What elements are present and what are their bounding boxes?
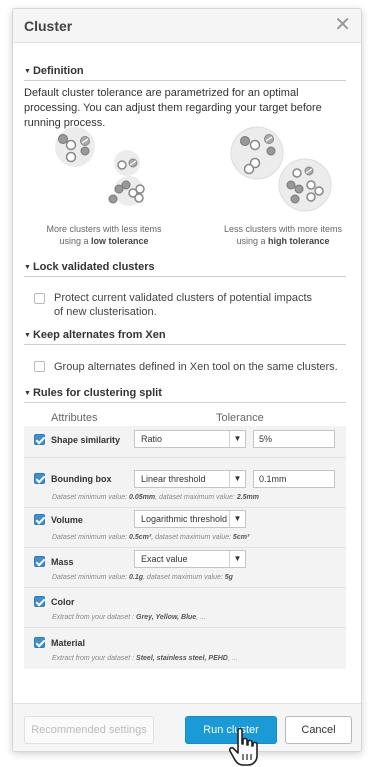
high-tolerance-caption-bold: high tolerance xyxy=(268,236,330,246)
alternates-option[interactable]: Group alternates defined in Xen tool on … xyxy=(34,360,338,374)
col-tolerance: Tolerance xyxy=(216,412,264,424)
section-alternates[interactable]: ▼ Keep alternates from Xen xyxy=(24,329,346,345)
section-alternates-title: Keep alternates from Xen xyxy=(32,329,166,341)
color-note-prefix: Extract from your dataset : xyxy=(52,614,137,621)
section-lock[interactable]: ▼ Lock validated clusters xyxy=(24,261,346,277)
low-tolerance-illustration xyxy=(55,127,145,206)
bounding-box-checkbox[interactable] xyxy=(34,473,45,484)
caret-down-icon: ▼ xyxy=(24,264,31,271)
rule-divider xyxy=(24,587,346,588)
material-note-values: Steel, stainless steel, PEHD xyxy=(136,655,228,662)
bounding-box-label: Bounding box xyxy=(51,474,112,484)
material-checkbox[interactable] xyxy=(34,637,45,648)
cluster-dialog: Cluster ✕ ▼ Definition Default cluster to… xyxy=(12,8,362,752)
color-note: Extract from your dataset : Grey, Yellow… xyxy=(52,614,206,621)
low-tolerance-caption-line1: More clusters with less items xyxy=(46,224,162,234)
volume-select[interactable]: Logarithmic threshold ▼ xyxy=(134,510,246,528)
low-tolerance-caption: More clusters with less items using a lo… xyxy=(24,223,184,247)
col-attributes: Attributes xyxy=(51,412,98,424)
shape-similarity-select-value: Ratio xyxy=(141,434,163,444)
shape-similarity-input[interactable]: 5% xyxy=(253,430,335,448)
bounding-box-note-min: 0.05mm xyxy=(129,494,156,501)
rule-divider xyxy=(24,507,346,508)
rules-table: Shape similarity Ratio ▼ 5% Bounding box… xyxy=(24,426,346,669)
material-note-prefix: Extract from your dataset : xyxy=(52,655,137,662)
triangle-down-icon: ▼ xyxy=(229,551,245,567)
high-tolerance-caption-prefix: using a xyxy=(236,236,268,246)
recommended-settings-button[interactable]: Recommended settings xyxy=(24,716,154,744)
alternates-checkbox[interactable] xyxy=(34,361,45,372)
rule-divider xyxy=(24,627,346,628)
section-definition-title: Definition xyxy=(32,65,84,77)
volume-note-max: 5cm³ xyxy=(232,534,250,541)
low-tolerance-caption-prefix: using a xyxy=(59,236,91,246)
title-bar: Cluster ✕ xyxy=(13,9,361,43)
section-lock-title: Lock validated clusters xyxy=(32,261,155,273)
section-rules[interactable]: ▼ Rules for clustering split xyxy=(24,387,346,403)
mass-note-min: 0.1g xyxy=(129,574,144,581)
close-icon[interactable]: ✕ xyxy=(334,15,351,35)
bounding-box-note-max: 2.5mm xyxy=(236,494,259,501)
volume-label: Volume xyxy=(51,515,83,525)
material-note-suffix: , ... xyxy=(227,655,238,662)
lock-checkbox[interactable] xyxy=(34,293,45,304)
alternates-label: Group alternates defined in Xen tool on … xyxy=(54,361,338,373)
triangle-down-icon: ▼ xyxy=(229,471,245,487)
rule-divider xyxy=(24,457,346,458)
volume-checkbox[interactable] xyxy=(34,514,45,525)
caret-down-icon: ▼ xyxy=(24,68,31,75)
mass-select-value: Exact value xyxy=(141,554,188,564)
hand-pointer-icon xyxy=(228,727,258,766)
high-tolerance-illustration xyxy=(230,126,332,212)
lock-label-line1: Protect current validated clusters of po… xyxy=(54,292,313,304)
shape-similarity-label: Shape similarity xyxy=(51,435,121,445)
color-checkbox[interactable] xyxy=(34,596,45,607)
color-label: Color xyxy=(51,597,75,607)
rule-divider xyxy=(24,547,346,548)
mass-note: Dataset minimum value: 0.1g, dataset max… xyxy=(52,574,233,581)
triangle-down-icon: ▼ xyxy=(229,431,245,447)
low-tolerance-caption-bold: low tolerance xyxy=(91,236,149,246)
bounding-box-select[interactable]: Linear threshold ▼ xyxy=(134,470,246,488)
cancel-button[interactable]: Cancel xyxy=(285,716,352,744)
bounding-box-note-prefix: Dataset minimum value: xyxy=(52,494,130,501)
bounding-box-select-value: Linear threshold xyxy=(141,474,206,484)
shape-similarity-checkbox[interactable] xyxy=(34,434,45,445)
high-tolerance-caption-line1: Less clusters with more items xyxy=(223,224,343,234)
mass-label: Mass xyxy=(51,557,74,567)
color-note-suffix: , ... xyxy=(196,614,206,621)
color-note-values: Grey, Yellow, Blue xyxy=(136,614,197,621)
volume-note: Dataset minimum value: 0.5cm³, dataset m… xyxy=(52,534,249,541)
mass-select[interactable]: Exact value ▼ xyxy=(134,550,246,568)
bounding-box-input[interactable]: 0.1mm xyxy=(253,470,335,488)
volume-select-value: Logarithmic threshold xyxy=(141,514,228,524)
caret-down-icon: ▼ xyxy=(24,332,31,339)
section-definition[interactable]: ▼ Definition xyxy=(24,65,346,81)
lock-label-line2: of new clusterisation. xyxy=(54,306,157,318)
material-note: Extract from your dataset : Steel, stain… xyxy=(52,655,238,662)
dialog-footer: Recommended settings Run cluster Cancel xyxy=(13,703,361,751)
caret-down-icon: ▼ xyxy=(24,390,31,397)
volume-note-prefix: Dataset minimum value: xyxy=(52,534,130,541)
dialog-title: Cluster xyxy=(24,18,73,34)
lock-label: Protect current validated clusters of po… xyxy=(54,291,312,319)
mass-checkbox[interactable] xyxy=(34,556,45,567)
bounding-box-note-mid: , dataset maximum value: xyxy=(155,494,237,501)
dialog-body: ▼ Definition Default cluster tolerance ar… xyxy=(13,43,361,703)
mass-note-prefix: Dataset minimum value: xyxy=(52,574,130,581)
volume-note-min: 0.5cm³ xyxy=(129,534,152,541)
mass-note-max: 5g xyxy=(224,574,233,581)
high-tolerance-caption: Less clusters with more items using a hi… xyxy=(203,223,361,247)
bounding-box-note: Dataset minimum value: 0.05mm, dataset m… xyxy=(52,494,259,501)
volume-note-mid: , dataset maximum value: xyxy=(151,534,233,541)
mass-note-mid: , dataset maximum value: xyxy=(143,574,225,581)
shape-similarity-select[interactable]: Ratio ▼ xyxy=(134,430,246,448)
lock-option[interactable]: Protect current validated clusters of po… xyxy=(34,291,312,319)
triangle-down-icon: ▼ xyxy=(229,511,245,527)
section-rules-title: Rules for clustering split xyxy=(32,387,162,399)
material-label: Material xyxy=(51,638,86,648)
